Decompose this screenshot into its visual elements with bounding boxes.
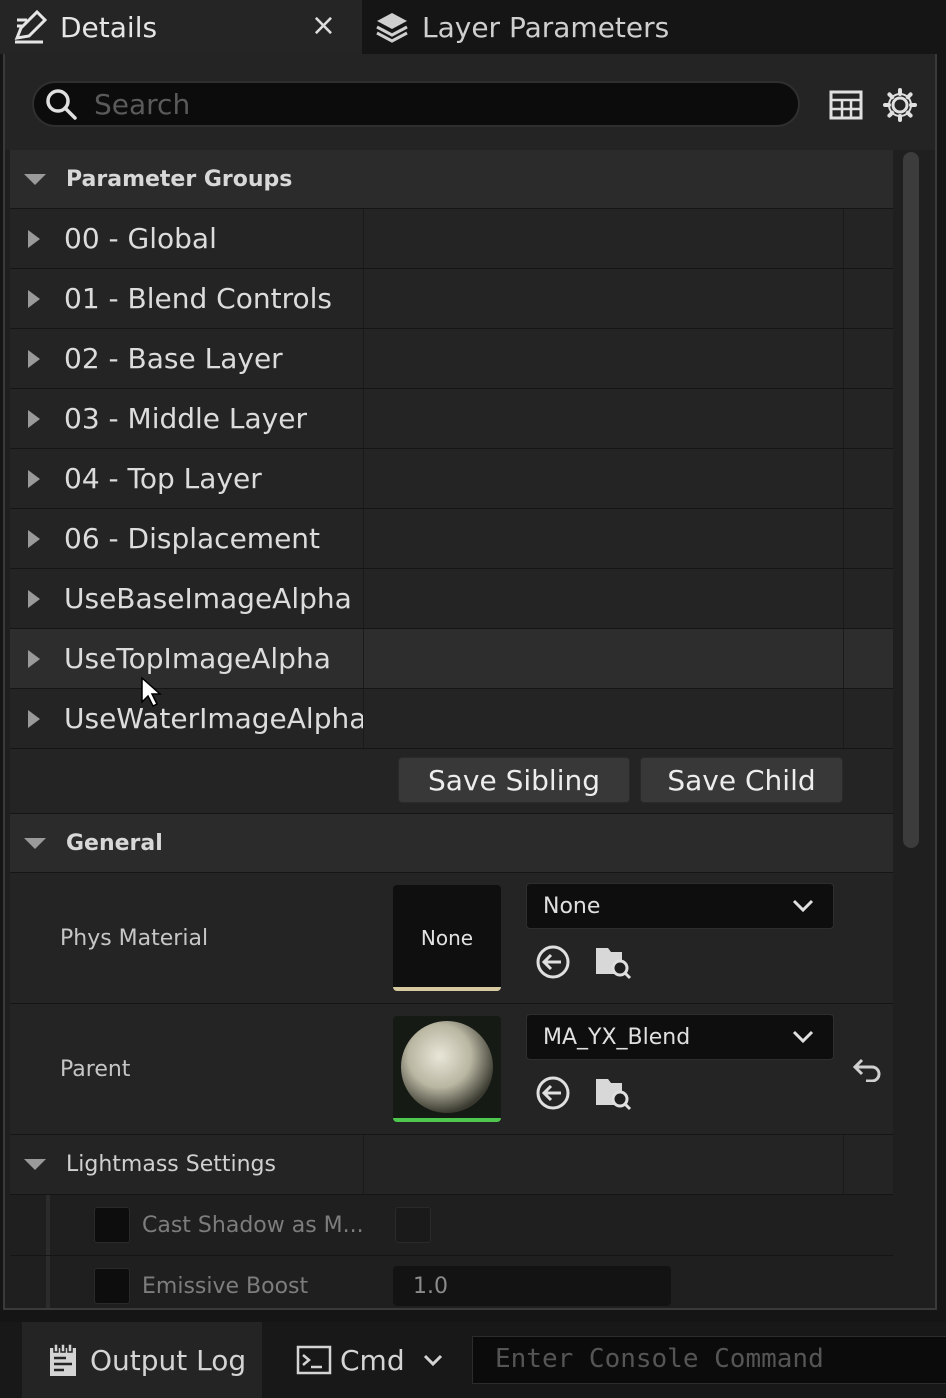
save-sibling-button[interactable]: Save Sibling: [398, 757, 630, 803]
expand-arrow-icon: [28, 409, 40, 428]
group-label: 00 - Global: [64, 222, 217, 255]
parent-dropdown[interactable]: MA_YX_Blend: [526, 1014, 834, 1060]
parent-row: Parent MA_YX_Blend: [10, 1004, 893, 1135]
bottom-bar: Output Log Cmd: [0, 1322, 946, 1398]
cmd-label: Cmd: [340, 1343, 405, 1377]
expand-arrow-icon: [28, 709, 40, 728]
group-label: 04 - Top Layer: [64, 462, 262, 495]
close-icon[interactable]: ×: [311, 8, 336, 43]
gear-icon[interactable]: [881, 86, 919, 124]
group-label: UseBaseImageAlpha: [64, 582, 352, 615]
asset-type-bar: [393, 987, 501, 991]
scrollbar-thumb[interactable]: [903, 152, 919, 848]
expand-arrow-icon: [28, 589, 40, 608]
group-row[interactable]: 06 - Displacement: [10, 509, 893, 569]
tab-bar: Details × Layer Parameters: [0, 0, 946, 54]
group-label: 01 - Blend Controls: [64, 282, 332, 315]
general-header[interactable]: General: [10, 814, 893, 873]
chevron-down-icon: [791, 1025, 815, 1049]
expand-arrow-icon: [28, 469, 40, 488]
group-row[interactable]: 01 - Blend Controls: [10, 269, 893, 329]
cast-shadow-value-checkbox[interactable]: [395, 1207, 431, 1243]
save-child-button[interactable]: Save Child: [640, 757, 843, 803]
emissive-boost-row: Emissive Boost 1.0: [10, 1256, 893, 1308]
expand-arrow-icon: [28, 289, 40, 308]
output-log-button[interactable]: Output Log: [22, 1322, 262, 1398]
tab-details-label: Details: [60, 10, 158, 44]
expand-arrow-icon: [28, 649, 40, 668]
group-label: 03 - Middle Layer: [64, 402, 307, 435]
general-label: General: [66, 830, 163, 856]
indent-bar: [46, 1195, 50, 1255]
parent-value: MA_YX_Blend: [543, 1024, 691, 1050]
expand-arrow-icon: [28, 349, 40, 368]
property-rows: Parameter Groups 00 - Global 01 - Blend …: [10, 150, 893, 1308]
indent-bar: [46, 1256, 50, 1308]
use-selected-arrow-icon[interactable]: [534, 943, 572, 981]
search-input[interactable]: [92, 86, 776, 122]
parent-material-thumbnail[interactable]: [393, 1016, 501, 1122]
tab-details[interactable]: Details ×: [0, 0, 362, 54]
search-row: [5, 54, 935, 150]
phys-material-thumb-text: None: [420, 926, 474, 950]
cast-shadow-row: Cast Shadow as M...: [10, 1195, 893, 1256]
browse-folder-icon[interactable]: [594, 943, 632, 981]
collapse-arrow-icon: [24, 837, 46, 849]
browse-folder-icon[interactable]: [594, 1074, 632, 1112]
search-icon: [42, 85, 80, 123]
grid-view-icon[interactable]: [827, 86, 865, 124]
phys-material-label: Phys Material: [60, 925, 209, 951]
chevron-down-icon: [423, 1354, 443, 1366]
console-command-input[interactable]: [493, 1343, 937, 1375]
group-row[interactable]: UseBaseImageAlpha: [10, 569, 893, 629]
group-row[interactable]: 04 - Top Layer: [10, 449, 893, 509]
group-label: 02 - Base Layer: [64, 342, 283, 375]
edit-pencil-icon: [12, 9, 48, 45]
parameter-groups-label: Parameter Groups: [66, 166, 293, 192]
search-box[interactable]: [32, 81, 800, 127]
expand-arrow-icon: [28, 229, 40, 248]
console-command-box[interactable]: [472, 1336, 946, 1384]
emissive-boost-input[interactable]: 1.0: [393, 1266, 671, 1306]
use-selected-arrow-icon[interactable]: [534, 1074, 572, 1112]
phys-material-row: Phys Material None None: [10, 873, 893, 1004]
lightmass-settings-header[interactable]: Lightmass Settings: [10, 1135, 893, 1195]
output-log-icon: [48, 1343, 78, 1377]
scrollbar[interactable]: [901, 152, 921, 1302]
cast-shadow-override-checkbox[interactable]: [94, 1207, 130, 1243]
cmd-dropdown[interactable]: Cmd: [266, 1322, 464, 1398]
layers-icon: [374, 9, 410, 45]
material-sphere-icon: [401, 1021, 493, 1113]
group-label: UseTopImageAlpha: [64, 642, 331, 675]
output-log-label: Output Log: [90, 1343, 247, 1377]
asset-type-bar: [393, 1118, 501, 1122]
parent-label: Parent: [60, 1056, 131, 1082]
group-label: UseWaterImageAlpha: [64, 702, 367, 735]
lightmass-settings-label: Lightmass Settings: [66, 1152, 276, 1177]
reset-to-default-icon[interactable]: [848, 1050, 886, 1088]
group-row[interactable]: 00 - Global: [10, 209, 893, 269]
phys-material-value: None: [543, 893, 601, 919]
tab-layer-parameters-label: Layer Parameters: [422, 10, 670, 44]
parameter-groups-header[interactable]: Parameter Groups: [10, 150, 893, 209]
terminal-icon: [296, 1345, 332, 1375]
phys-material-thumbnail[interactable]: None: [393, 885, 501, 991]
cast-shadow-label: Cast Shadow as M...: [142, 1212, 364, 1238]
collapse-arrow-icon: [24, 173, 46, 185]
group-row[interactable]: 02 - Base Layer: [10, 329, 893, 389]
save-buttons-row: Save Sibling Save Child: [10, 749, 893, 814]
mouse-cursor-icon: [141, 676, 162, 708]
tab-layer-parameters[interactable]: Layer Parameters: [362, 0, 946, 54]
emissive-boost-override-checkbox[interactable]: [94, 1268, 130, 1304]
phys-material-dropdown[interactable]: None: [526, 883, 834, 929]
collapse-arrow-icon: [24, 1159, 46, 1170]
chevron-down-icon: [791, 894, 815, 918]
emissive-boost-label: Emissive Boost: [142, 1273, 309, 1299]
group-row[interactable]: 03 - Middle Layer: [10, 389, 893, 449]
group-label: 06 - Displacement: [64, 522, 321, 555]
expand-arrow-icon: [28, 529, 40, 548]
